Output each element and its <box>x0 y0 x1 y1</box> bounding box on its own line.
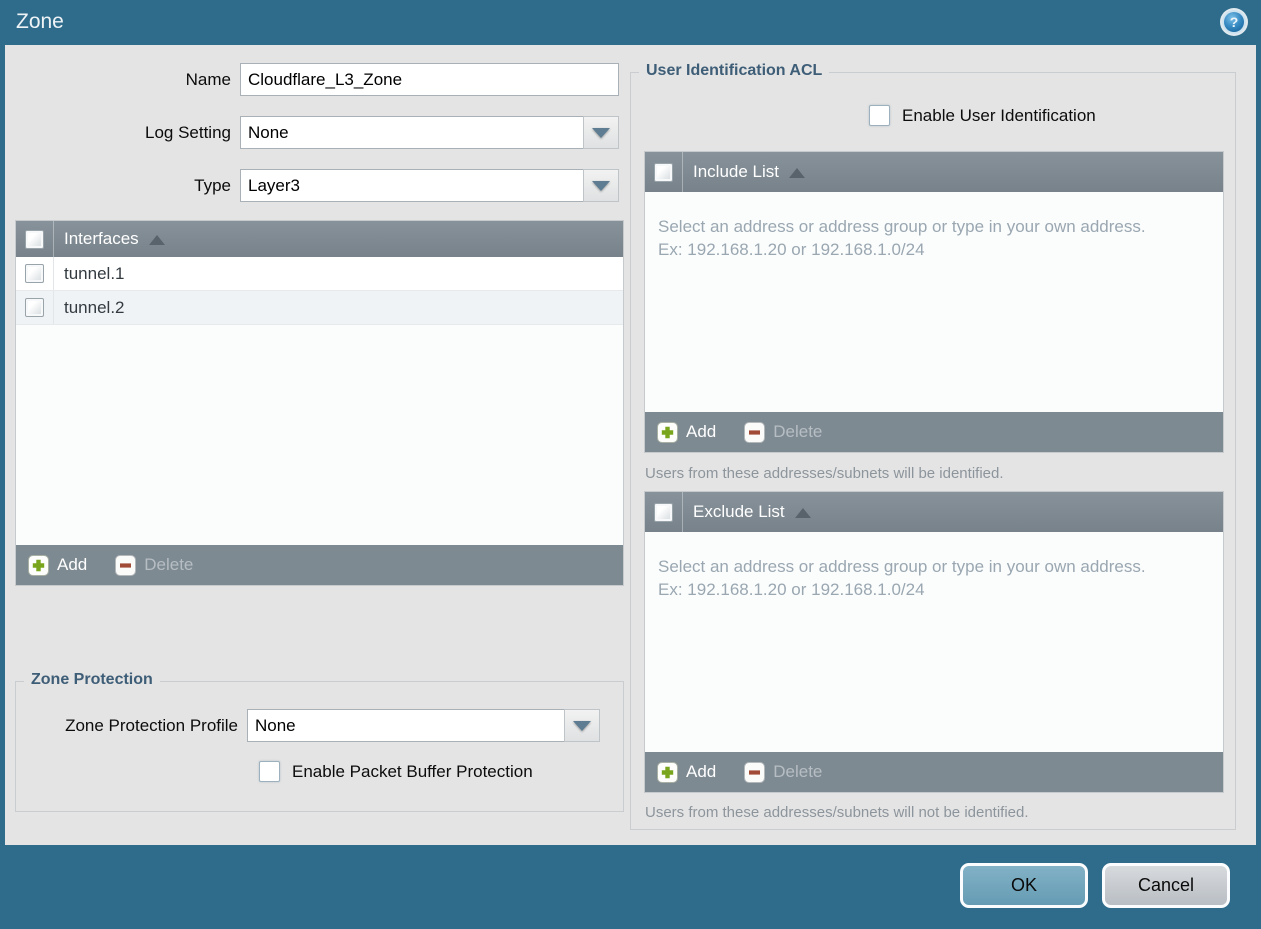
sort-ascending-icon <box>149 235 165 245</box>
exclude-add-button[interactable]: Add <box>657 762 716 783</box>
interface-row-tunnel1[interactable]: tunnel.1 <box>16 257 623 291</box>
chevron-down-icon <box>592 181 610 191</box>
add-label: Add <box>57 555 87 575</box>
include-list-placeholder: Select an address or address group or ty… <box>658 215 1163 262</box>
include-list-toolbar: Add Delete <box>645 412 1223 452</box>
chevron-down-icon <box>592 128 610 138</box>
add-plus-icon <box>28 555 49 576</box>
row-checkbox[interactable] <box>25 298 44 317</box>
row-checkbox[interactable] <box>25 264 44 283</box>
include-list-header-label: Include List <box>693 162 779 182</box>
name-input[interactable] <box>240 63 619 96</box>
include-add-button[interactable]: Add <box>657 422 716 443</box>
zone-dialog: Zone ? Name Log Setting <box>0 0 1261 929</box>
type-select[interactable] <box>240 169 583 202</box>
interface-name: tunnel.1 <box>54 257 125 290</box>
exclude-select-all-checkbox[interactable] <box>654 503 673 522</box>
include-list-table: Include List Select an address or addres… <box>644 151 1224 453</box>
type-dropdown-button[interactable] <box>583 169 619 202</box>
exclude-list-header-label: Exclude List <box>693 502 785 522</box>
delete-label: Delete <box>773 422 822 442</box>
help-icon[interactable]: ? <box>1219 7 1249 37</box>
log-setting-select[interactable] <box>240 116 583 149</box>
zone-protection-section: Zone Protection Zone Protection Profile … <box>15 681 624 812</box>
enable-packet-buffer-protection-checkbox[interactable] <box>259 761 280 782</box>
enable-packet-buffer-protection-label: Enable Packet Buffer Protection <box>292 762 533 782</box>
sort-ascending-icon <box>795 508 811 518</box>
user-identification-acl-legend: User Identification ACL <box>639 62 829 80</box>
exclude-list-header[interactable]: Exclude List <box>645 492 1223 532</box>
add-plus-icon <box>657 762 678 783</box>
interfaces-table: Interfaces tunnel.1 tunnel.2 Add <box>15 220 624 586</box>
add-plus-icon <box>657 422 678 443</box>
include-delete-button[interactable]: Delete <box>744 422 822 443</box>
delete-minus-icon <box>744 762 765 783</box>
interfaces-table-header[interactable]: Interfaces <box>16 221 623 257</box>
user-identification-acl-section: User Identification ACL Enable User Iden… <box>630 72 1236 830</box>
exclude-list-table: Exclude List Select an address or addres… <box>644 491 1224 793</box>
dialog-content: Name Log Setting Type Interfaces <box>5 45 1256 845</box>
exclude-delete-button[interactable]: Delete <box>744 762 822 783</box>
zone-protection-legend: Zone Protection <box>24 671 160 689</box>
interfaces-delete-button[interactable]: Delete <box>115 555 193 576</box>
include-list-header[interactable]: Include List <box>645 152 1223 192</box>
delete-minus-icon <box>744 422 765 443</box>
dialog-title: Zone <box>16 0 64 44</box>
interfaces-select-all-checkbox[interactable] <box>25 230 44 249</box>
interfaces-add-button[interactable]: Add <box>28 555 87 576</box>
cancel-button[interactable]: Cancel <box>1102 863 1230 908</box>
include-list-helper-text: Users from these addresses/subnets will … <box>645 465 1004 482</box>
interface-name: tunnel.2 <box>54 291 125 324</box>
dialog-titlebar: Zone ? <box>0 0 1261 45</box>
exclude-list-helper-text: Users from these addresses/subnets will … <box>645 804 1029 821</box>
exclude-list-toolbar: Add Delete <box>645 752 1223 792</box>
delete-minus-icon <box>115 555 136 576</box>
zone-protection-profile-dropdown-button[interactable] <box>564 709 600 742</box>
svg-text:?: ? <box>1230 14 1239 30</box>
add-label: Add <box>686 422 716 442</box>
sort-ascending-icon <box>789 168 805 178</box>
delete-label: Delete <box>773 762 822 782</box>
interfaces-table-toolbar: Add Delete <box>16 545 623 585</box>
exclude-list-placeholder: Select an address or address group or ty… <box>658 555 1163 602</box>
interfaces-header-label: Interfaces <box>64 229 139 249</box>
type-label: Type <box>15 169 240 202</box>
ok-button[interactable]: OK <box>960 863 1088 908</box>
delete-label: Delete <box>144 555 193 575</box>
name-label: Name <box>15 63 240 96</box>
zone-protection-profile-select[interactable] <box>247 709 564 742</box>
interface-row-tunnel2[interactable]: tunnel.2 <box>16 291 623 325</box>
log-setting-label: Log Setting <box>15 116 240 149</box>
dialog-footer: OK Cancel <box>0 845 1261 929</box>
log-setting-dropdown-button[interactable] <box>583 116 619 149</box>
include-select-all-checkbox[interactable] <box>654 163 673 182</box>
zone-protection-profile-label: Zone Protection Profile <box>16 709 247 742</box>
enable-user-identification-label: Enable User Identification <box>902 106 1096 126</box>
add-label: Add <box>686 762 716 782</box>
chevron-down-icon <box>573 721 591 731</box>
enable-user-identification-checkbox[interactable] <box>869 105 890 126</box>
